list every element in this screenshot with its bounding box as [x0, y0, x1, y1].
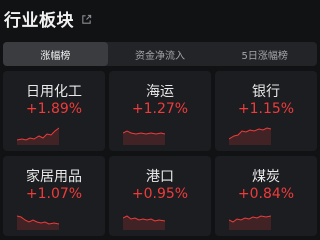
sector-name: 港口 — [146, 169, 174, 185]
tab-net-inflow[interactable]: 资金净流入 — [108, 42, 213, 66]
sector-change: +1.07% — [25, 186, 83, 202]
sparkline — [123, 130, 165, 145]
sector-card[interactable]: 银行 +1.15% — [215, 71, 317, 151]
sparkline — [229, 127, 271, 145]
sector-card[interactable]: 港口 +0.95% — [109, 156, 211, 236]
sector-card[interactable]: 煤炭 +0.84% — [215, 156, 317, 236]
share-out-icon[interactable] — [81, 14, 92, 25]
sector-name: 银行 — [252, 84, 280, 100]
sector-change: +1.27% — [131, 101, 189, 117]
sector-grid: 日用化工 +1.89% 海运 +1.27% 银行 +1.15% 家居用品 +1.… — [3, 71, 317, 236]
sector-card[interactable]: 家居用品 +1.07% — [3, 156, 105, 236]
sector-change: +0.95% — [131, 186, 189, 202]
sector-name: 煤炭 — [252, 169, 280, 185]
sparkline — [17, 215, 59, 230]
sector-name: 家居用品 — [26, 169, 82, 185]
tab-bar: 涨幅榜 资金净流入 5日涨幅榜 — [3, 42, 317, 66]
tab-5day-gainers[interactable]: 5日涨幅榜 — [212, 42, 317, 66]
sparkline — [229, 215, 271, 230]
sector-name: 海运 — [146, 84, 174, 100]
sparkline — [17, 127, 59, 145]
section-title: 行业板块 — [4, 10, 74, 31]
sector-card[interactable]: 日用化工 +1.89% — [3, 71, 105, 151]
sector-card[interactable]: 海运 +1.27% — [109, 71, 211, 151]
section-header: 行业板块 — [4, 6, 92, 31]
sector-change: +1.89% — [25, 101, 83, 117]
sector-change: +0.84% — [237, 186, 295, 202]
sparkline — [123, 215, 165, 230]
sector-change: +1.15% — [237, 101, 295, 117]
tab-gainers[interactable]: 涨幅榜 — [3, 42, 108, 66]
sector-name: 日用化工 — [26, 84, 82, 100]
